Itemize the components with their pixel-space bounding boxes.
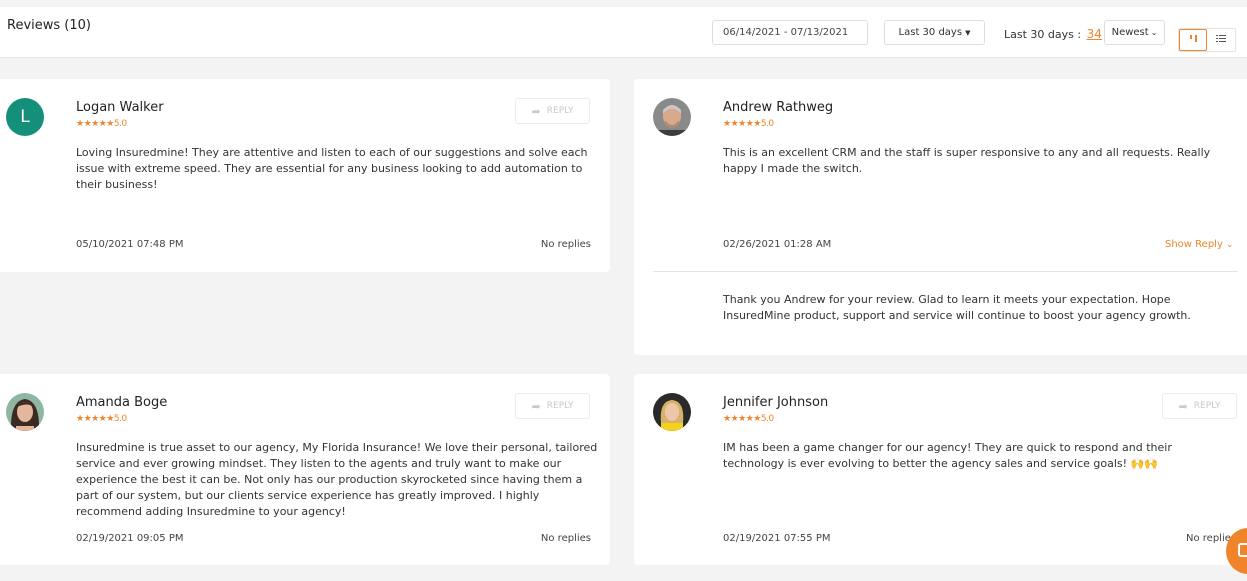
rating-value: 5.0 — [760, 414, 774, 424]
review-card: Amanda Boge ★★★★★5.0 ➦ REPLY Insuredmine… — [0, 374, 610, 565]
star-rating: ★★★★★5.0 — [723, 414, 774, 424]
avatar — [653, 393, 691, 431]
avatar: L — [6, 98, 44, 136]
review-card: Andrew Rathweg ★★★★★5.0 This is an excel… — [634, 79, 1247, 355]
reply-text: Thank you Andrew for your review. Glad t… — [723, 293, 1191, 322]
list-view-button[interactable] — [1207, 29, 1235, 51]
review-count-link[interactable]: 34 — [1087, 27, 1102, 41]
review-date: 02/26/2021 01:28 AM — [723, 239, 832, 250]
review-text: Loving Insuredmine! They are attentive a… — [76, 146, 588, 191]
review-text: Insuredmine is true asset to our agency,… — [76, 441, 598, 518]
chevron-down-icon: ⌄ — [1226, 240, 1234, 250]
avatar — [6, 393, 44, 431]
reply-button[interactable]: ➦ REPLY — [1162, 393, 1237, 419]
stars-icon: ★★★★★ — [76, 414, 114, 424]
chat-icon — [1238, 543, 1247, 557]
review-date: 02/19/2021 07:55 PM — [723, 533, 831, 544]
replies-status: No replies — [540, 533, 591, 544]
review-text: This is an excellent CRM and the staff i… — [723, 146, 1211, 175]
replies-status: No replies — [540, 239, 591, 250]
reply-button-label: REPLY — [546, 106, 574, 116]
page-title: Reviews (10) — [7, 18, 91, 33]
grid-view-icon — [1189, 34, 1198, 46]
reply-button-label: REPLY — [1193, 401, 1221, 411]
review-count: Last 30 days : 34 — [1004, 27, 1102, 41]
period-dropdown[interactable]: Last 30 days ▼ — [884, 20, 985, 45]
stars-icon: ★★★★★ — [723, 414, 761, 424]
reviewer-name: Jennifer Johnson — [723, 395, 829, 410]
sort-dropdown-label: Newest — [1111, 27, 1149, 38]
rating-value: 5.0 — [113, 119, 127, 129]
date-range-picker[interactable]: 06/14/2021 - 07/13/2021 — [712, 20, 868, 45]
reply-arrow-icon: ➦ — [1178, 399, 1188, 413]
reply-arrow-icon: ➦ — [531, 104, 541, 118]
sort-dropdown[interactable]: Newest ⌄ — [1104, 20, 1165, 45]
list-view-icon — [1216, 34, 1226, 46]
reviewer-name: Logan Walker — [76, 100, 164, 115]
reviews-header: Reviews (10) 06/14/2021 - 07/13/2021 Las… — [0, 0, 1247, 58]
divider — [653, 271, 1238, 272]
chevron-down-icon: ⌄ — [1150, 28, 1158, 37]
caret-down-icon: ▼ — [965, 28, 971, 37]
review-date: 05/10/2021 07:48 PM — [76, 239, 184, 250]
stars-icon: ★★★★★ — [723, 119, 761, 129]
rating-value: 5.0 — [760, 119, 774, 129]
show-reply-label: Show Reply — [1165, 239, 1223, 250]
star-rating: ★★★★★5.0 — [723, 119, 774, 129]
review-text: IM has been a game changer for our agenc… — [723, 441, 1172, 470]
reviewer-name: Amanda Boge — [76, 395, 168, 410]
star-rating: ★★★★★5.0 — [76, 414, 127, 424]
show-reply-link[interactable]: Show Reply ⌄ — [1165, 239, 1234, 250]
star-rating: ★★★★★5.0 — [76, 119, 127, 129]
review-date: 02/19/2021 09:05 PM — [76, 533, 184, 544]
avatar — [653, 98, 691, 136]
view-toggle — [1178, 28, 1236, 52]
grid-view-button[interactable] — [1179, 29, 1207, 51]
rating-value: 5.0 — [113, 414, 127, 424]
reply-button-label: REPLY — [546, 401, 574, 411]
reviewer-name: Andrew Rathweg — [723, 100, 834, 115]
period-dropdown-label: Last 30 days — [898, 27, 963, 38]
reply-button[interactable]: ➦ REPLY — [515, 393, 590, 419]
stars-icon: ★★★★★ — [76, 119, 114, 129]
reply-button[interactable]: ➦ REPLY — [515, 98, 590, 124]
reply-arrow-icon: ➦ — [531, 399, 541, 413]
review-card: Jennifer Johnson ★★★★★5.0 ➦ REPLY IM has… — [634, 374, 1247, 565]
review-card: L Logan Walker ★★★★★5.0 ➦ REPLY Loving I… — [0, 79, 610, 272]
review-count-label: Last 30 days : — [1004, 28, 1082, 41]
